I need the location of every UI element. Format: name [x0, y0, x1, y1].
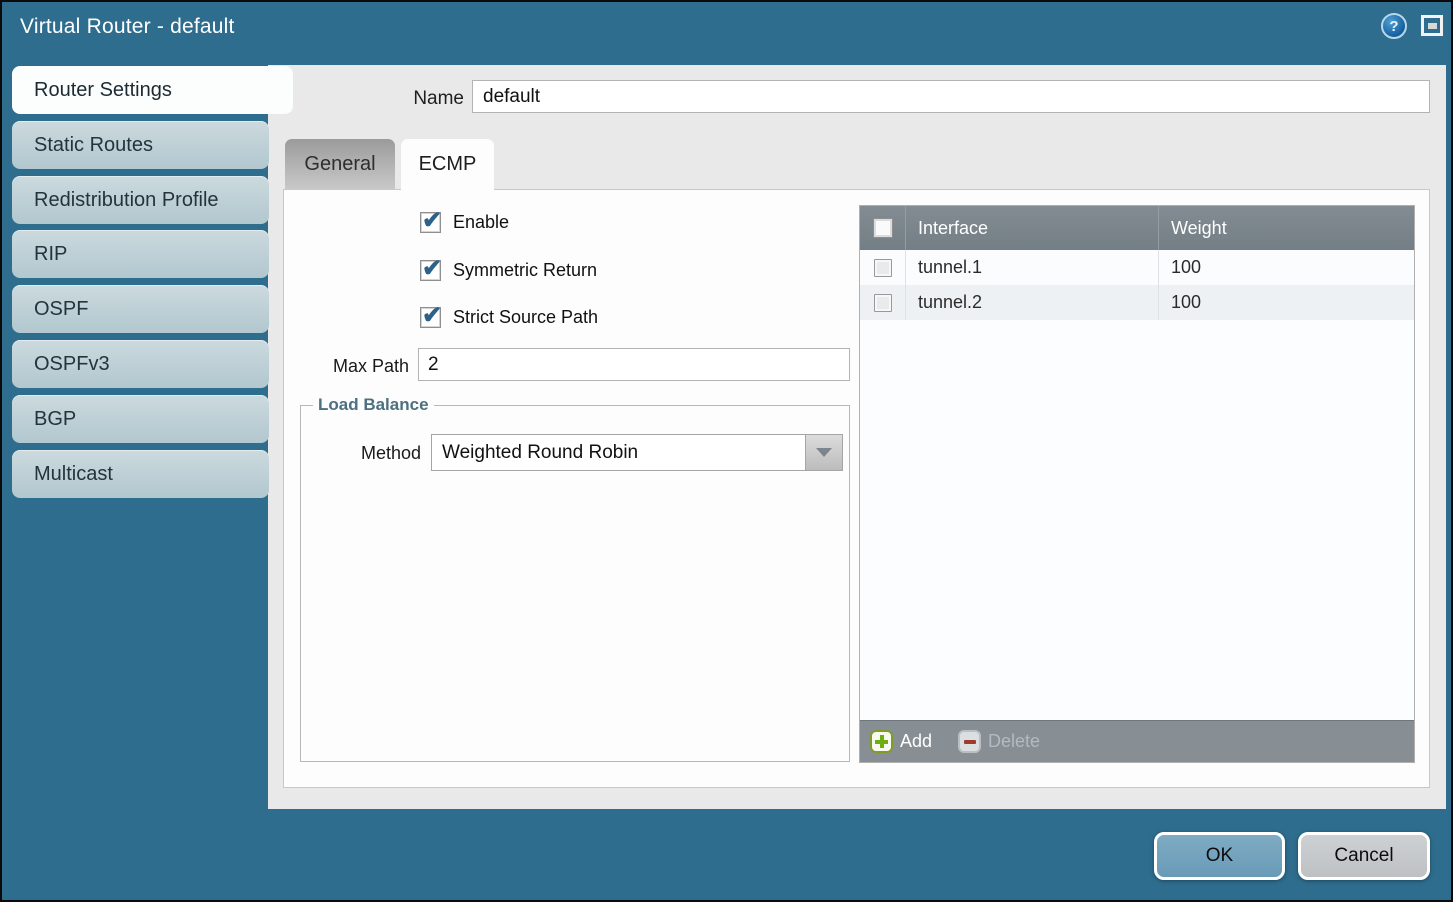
delete-button[interactable]: Delete [958, 730, 1040, 753]
table-header: Interface Weight [860, 206, 1414, 250]
virtual-router-dialog: Virtual Router - default ? Router Settin… [0, 0, 1453, 902]
max-path-label: Max Path [304, 356, 409, 377]
symmetric-return-row: Symmetric Return [420, 258, 597, 282]
ecmp-panel: Enable Symmetric Return Strict Source Pa… [283, 189, 1430, 788]
sidebar-item-redistribution-profile[interactable]: Redistribution Profile [12, 176, 269, 224]
strict-source-path-row: Strict Source Path [420, 305, 598, 329]
row-checkbox[interactable] [874, 294, 892, 312]
method-label: Method [331, 443, 421, 464]
enable-checkbox[interactable] [420, 212, 441, 233]
sidebar-item-bgp[interactable]: BGP [12, 395, 269, 443]
cancel-button[interactable]: Cancel [1298, 832, 1430, 880]
dialog-title: Virtual Router - default [20, 15, 235, 39]
plus-icon [870, 730, 893, 753]
load-balance-fieldset: Load Balance Method Weighted Round Robin [300, 405, 850, 762]
add-button[interactable]: Add [870, 730, 932, 753]
method-dropdown[interactable]: Weighted Round Robin [431, 434, 843, 471]
select-all-checkbox[interactable] [873, 218, 893, 238]
table-row[interactable]: tunnel.2 100 [860, 285, 1414, 320]
add-label: Add [900, 731, 932, 752]
row-checkbox[interactable] [874, 259, 892, 277]
symmetric-return-label: Symmetric Return [453, 260, 597, 281]
strict-source-path-label: Strict Source Path [453, 307, 598, 328]
sidebar-item-router-settings[interactable]: Router Settings [12, 66, 293, 114]
table-footer: Add Delete [860, 720, 1414, 762]
content-area: Name General ECMP Enable Symmetric Retur… [268, 65, 1446, 809]
enable-row: Enable [420, 210, 509, 234]
ok-button[interactable]: OK [1154, 832, 1285, 880]
window-restore-icon[interactable] [1421, 15, 1443, 36]
tab-general[interactable]: General [285, 139, 395, 190]
delete-label: Delete [988, 731, 1040, 752]
interface-cell[interactable]: tunnel.2 [905, 285, 1158, 320]
max-path-input[interactable] [418, 348, 850, 381]
dropdown-button[interactable] [805, 435, 842, 470]
help-icon[interactable]: ? [1381, 13, 1407, 39]
sidebar-item-ospf[interactable]: OSPF [12, 285, 269, 333]
sidebar-item-multicast[interactable]: Multicast [12, 450, 269, 498]
symmetric-return-checkbox[interactable] [420, 260, 441, 281]
sidebar-item-ospfv3[interactable]: OSPFv3 [12, 340, 269, 388]
enable-label: Enable [453, 212, 509, 233]
sidebar-item-static-routes[interactable]: Static Routes [12, 121, 269, 169]
tab-ecmp[interactable]: ECMP [401, 139, 494, 191]
column-header-interface[interactable]: Interface [905, 206, 1158, 250]
help-glyph: ? [1389, 18, 1398, 35]
weight-cell[interactable]: 100 [1158, 285, 1414, 320]
load-balance-legend: Load Balance [313, 395, 434, 415]
chevron-down-icon [816, 448, 832, 457]
name-input[interactable] [472, 80, 1430, 113]
interface-cell[interactable]: tunnel.1 [905, 250, 1158, 285]
sidebar-item-rip[interactable]: RIP [12, 230, 269, 278]
table-row[interactable]: tunnel.1 100 [860, 250, 1414, 285]
interface-table: Interface Weight tunnel.1 100 tunnel.2 1… [859, 205, 1415, 763]
column-header-weight[interactable]: Weight [1158, 206, 1414, 250]
strict-source-path-checkbox[interactable] [420, 307, 441, 328]
header-checkbox-cell [860, 206, 905, 250]
method-value: Weighted Round Robin [442, 435, 638, 470]
name-label: Name [364, 88, 464, 110]
weight-cell[interactable]: 100 [1158, 250, 1414, 285]
minus-icon [958, 730, 981, 753]
